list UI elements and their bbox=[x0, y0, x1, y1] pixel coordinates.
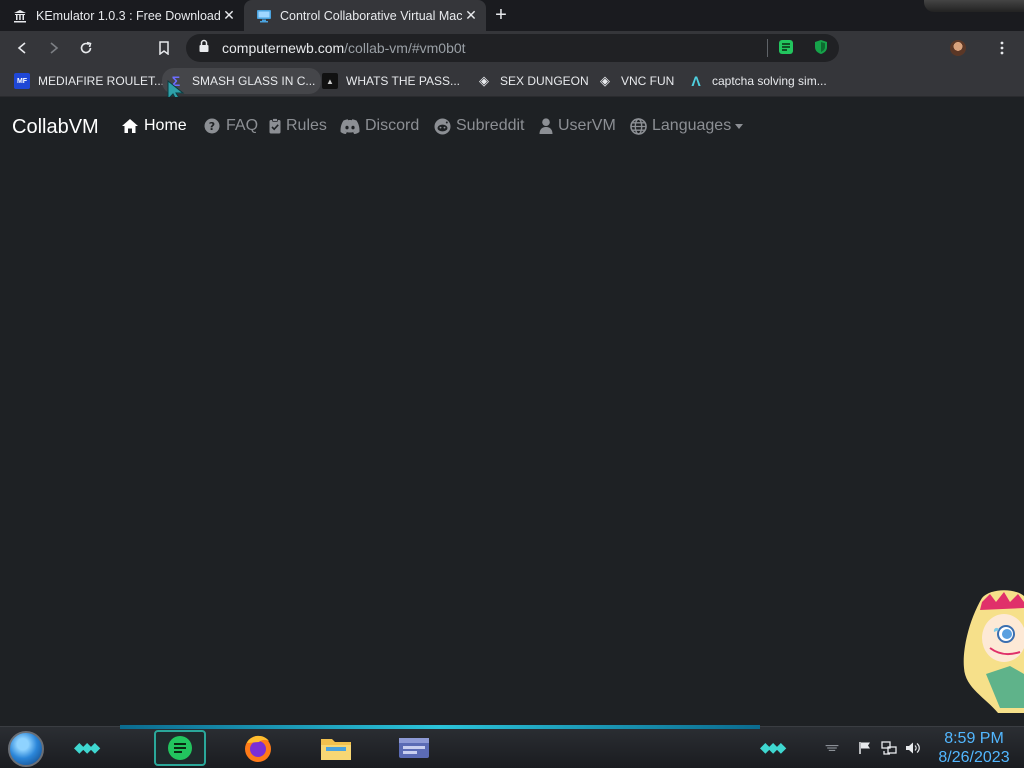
bookmark-site-icon: ◈ bbox=[600, 73, 610, 88]
bookmark-page-button[interactable] bbox=[152, 36, 176, 60]
url-path: /collab-vm/#vm0b0t bbox=[344, 40, 466, 56]
start-button[interactable] bbox=[8, 731, 44, 767]
url-text: computernewb.com/collab-vm/#vm0b0t bbox=[222, 40, 466, 56]
bookmark-site-icon: Λ bbox=[691, 73, 701, 89]
taskbar-firefox[interactable] bbox=[232, 730, 284, 766]
bookmark-label: SEX DUNGEON bbox=[500, 74, 589, 88]
shield-extension-icon[interactable] bbox=[813, 39, 829, 55]
forward-button[interactable] bbox=[42, 36, 66, 60]
clock-time: 8:59 PM bbox=[944, 730, 1004, 747]
forward-arrow-icon bbox=[50, 42, 59, 54]
chevron-decoration-icon: ◆◆◆ bbox=[74, 739, 100, 755]
monitor-icon bbox=[256, 8, 272, 24]
nav-label: Home bbox=[144, 117, 187, 134]
back-arrow-icon bbox=[17, 42, 26, 54]
nav-faq[interactable]: ? FAQ bbox=[203, 117, 258, 135]
window-app-icon bbox=[399, 738, 429, 758]
system-clock[interactable]: 8:59 PM 8/26/2023 bbox=[934, 729, 1014, 767]
firefox-icon bbox=[245, 735, 271, 762]
taskbar-window-app[interactable] bbox=[388, 730, 440, 766]
bookmark-site-icon: ▲ bbox=[322, 73, 338, 89]
bookmark-label: captcha solving sim... bbox=[712, 74, 827, 88]
bookmark-whats-the-pass[interactable]: ▲ WHATS THE PASS... bbox=[316, 68, 466, 94]
taskbar-file-explorer[interactable] bbox=[310, 730, 362, 766]
reddit-icon bbox=[433, 117, 451, 135]
bookmark-sex-dungeon[interactable]: ◈ SEX DUNGEON bbox=[470, 68, 595, 94]
nav-subreddit[interactable]: Subreddit bbox=[433, 117, 525, 135]
nav-label: UserVM bbox=[558, 117, 616, 134]
bookmark-label: MEDIAFIRE ROULET... bbox=[38, 74, 165, 88]
clipboard-check-icon bbox=[268, 117, 281, 135]
site-brand[interactable]: CollabVM bbox=[12, 116, 99, 139]
nav-discord[interactable]: Discord bbox=[340, 117, 419, 135]
reload-icon bbox=[80, 41, 92, 54]
url-host: computernewb.com bbox=[222, 40, 345, 56]
tab-collabvm[interactable]: Control Collaborative Virtual Machines! … bbox=[244, 0, 486, 31]
bookmarks-bar: MF MEDIAFIRE ROULET... Σ SMASH GLASS IN … bbox=[0, 65, 1024, 104]
taskbar: ◆◆◆ ◆◆◆ 8:59 PM 8/26/2023 bbox=[0, 725, 1024, 768]
mediafire-icon: MF bbox=[14, 73, 30, 89]
tab-title: KEmulator 1.0.3 : Free Download, Borrow bbox=[36, 8, 220, 23]
question-circle-icon: ? bbox=[203, 117, 221, 135]
user-icon bbox=[539, 117, 553, 135]
nav-languages-dropdown[interactable]: Languages bbox=[629, 117, 744, 135]
close-tab-icon[interactable]: ✕ bbox=[462, 7, 480, 25]
bookmark-label: WHATS THE PASS... bbox=[346, 74, 461, 88]
chevron-down-icon bbox=[735, 123, 744, 129]
chevron-decoration-icon: ◆◆◆ bbox=[760, 739, 786, 755]
taskbar-glow-decoration bbox=[120, 725, 760, 729]
home-icon bbox=[121, 117, 139, 135]
nav-label: FAQ bbox=[226, 117, 259, 134]
tray-expand-icon bbox=[825, 745, 839, 751]
discord-icon bbox=[340, 117, 360, 135]
reload-button[interactable] bbox=[74, 36, 98, 60]
volume-icon[interactable] bbox=[905, 740, 921, 756]
bookmark-icon bbox=[159, 41, 169, 55]
bookmark-label: VNC FUN bbox=[621, 74, 675, 88]
show-hidden-icons-button[interactable] bbox=[824, 740, 840, 756]
globe-icon bbox=[629, 117, 647, 135]
notes-extension-icon[interactable] bbox=[778, 39, 794, 55]
plus-icon: + bbox=[495, 3, 507, 26]
bookmark-mediafire-roulette[interactable]: MF MEDIAFIRE ROULET... bbox=[8, 68, 170, 94]
nav-label: Discord bbox=[365, 117, 420, 134]
nav-label: Subreddit bbox=[456, 117, 525, 134]
taskbar-notes-app[interactable] bbox=[154, 730, 206, 766]
tab-strip: KEmulator 1.0.3 : Free Download, Borrow … bbox=[0, 0, 1024, 31]
action-center-flag-icon[interactable] bbox=[857, 740, 873, 756]
new-tab-button[interactable]: + bbox=[489, 4, 513, 26]
file-explorer-icon bbox=[321, 739, 351, 760]
network-icon[interactable] bbox=[881, 740, 897, 756]
desktop-mascot-image bbox=[960, 588, 1024, 713]
bookmark-label: SMASH GLASS IN C... bbox=[192, 74, 316, 88]
nav-uservm[interactable]: UserVM bbox=[539, 117, 616, 135]
notes-app-icon bbox=[168, 736, 192, 760]
more-vertical-icon bbox=[1000, 41, 1004, 55]
address-bar[interactable]: computernewb.com/collab-vm/#vm0b0t bbox=[186, 34, 839, 62]
svg-text:?: ? bbox=[209, 120, 215, 133]
nav-rules[interactable]: Rules bbox=[268, 117, 327, 135]
profile-avatar[interactable] bbox=[950, 40, 966, 56]
nav-label: Rules bbox=[286, 117, 327, 134]
bookmark-captcha-solving[interactable]: Λ captcha solving sim... bbox=[682, 68, 833, 94]
nav-label: Languages bbox=[652, 117, 732, 134]
window-frame-decoration bbox=[924, 0, 1024, 12]
browser-toolbar: computernewb.com/collab-vm/#vm0b0t bbox=[0, 31, 1024, 65]
bookmark-site-icon: ◈ bbox=[479, 73, 489, 88]
toolbar-divider bbox=[767, 39, 768, 57]
page-content: CollabVM Home ? FAQ Rules Discord Subred… bbox=[0, 97, 1024, 726]
clock-date: 8/26/2023 bbox=[938, 749, 1010, 766]
nav-home[interactable]: Home bbox=[121, 117, 187, 135]
close-tab-icon[interactable]: ✕ bbox=[220, 7, 238, 25]
lock-icon bbox=[198, 39, 212, 58]
tab-kemulator[interactable]: KEmulator 1.0.3 : Free Download, Borrow … bbox=[0, 0, 244, 31]
back-button[interactable] bbox=[10, 36, 34, 60]
browser-menu-button[interactable] bbox=[990, 36, 1014, 60]
tab-title: Control Collaborative Virtual Machines! bbox=[280, 8, 462, 23]
bookmark-vnc-fun[interactable]: ◈ VNC FUN bbox=[591, 68, 680, 94]
library-icon bbox=[12, 8, 28, 24]
